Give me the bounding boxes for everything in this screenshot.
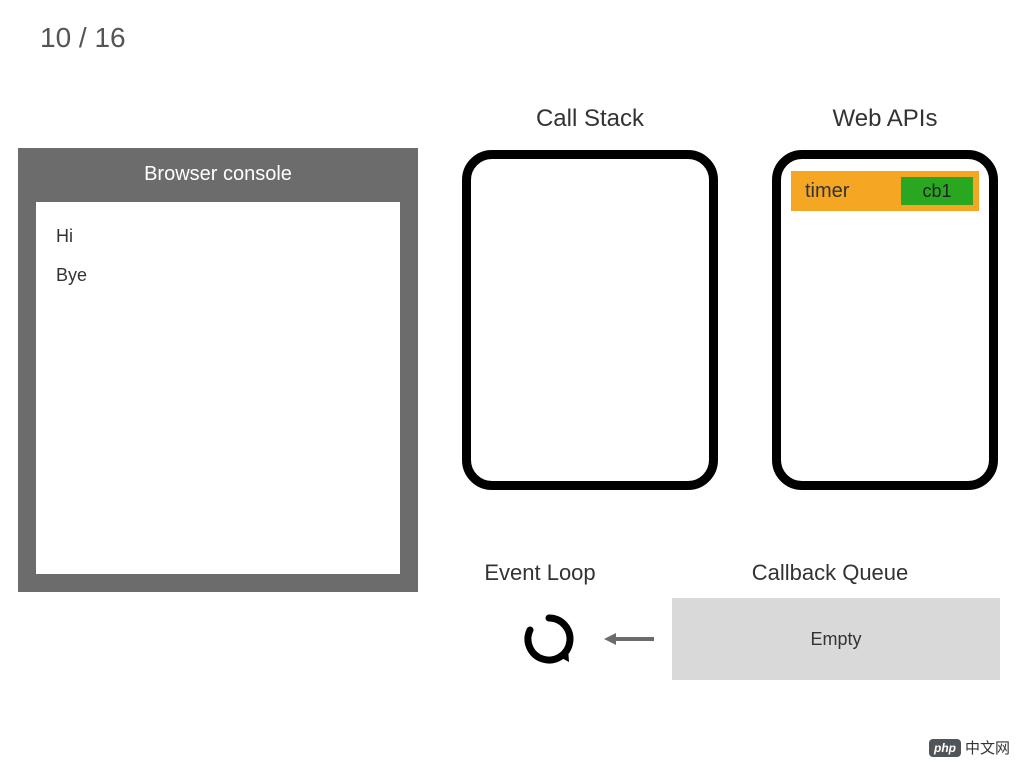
browser-console-title: Browser console: [18, 148, 418, 200]
call-stack-title: Call Stack: [462, 105, 718, 133]
watermark-logo: php: [929, 739, 961, 757]
watermark: php 中文网: [929, 737, 1010, 758]
web-apis-title: Web APIs: [772, 105, 998, 133]
callback-queue-box: Empty: [672, 598, 1000, 680]
console-line: Bye: [56, 265, 380, 286]
call-stack-box: [462, 150, 718, 490]
browser-console-panel: Browser console Hi Bye: [18, 148, 418, 592]
callback-queue-status: Empty: [810, 629, 861, 650]
event-loop-icon: [522, 612, 576, 666]
browser-console-body: Hi Bye: [36, 202, 400, 574]
web-api-entry-label: timer: [805, 180, 849, 203]
arrow-left-icon: [604, 632, 654, 646]
web-apis-box: timer cb1: [772, 150, 998, 490]
console-line: Hi: [56, 226, 380, 247]
callback-queue-title: Callback Queue: [700, 560, 960, 586]
page-counter: 10 / 16: [40, 22, 126, 54]
web-api-entry-timer: timer cb1: [791, 171, 979, 211]
callback-badge: cb1: [901, 177, 973, 205]
watermark-text: 中文网: [965, 737, 1010, 758]
event-loop-title: Event Loop: [440, 560, 640, 586]
